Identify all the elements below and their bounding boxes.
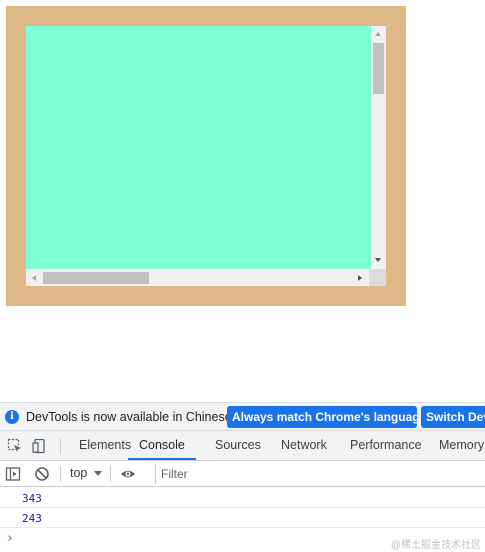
tab-elements[interactable]: Elements	[79, 431, 131, 460]
filter-input[interactable]: Filter	[155, 464, 485, 484]
toolbar-separator	[60, 466, 61, 482]
tab-memory[interactable]: Memory	[439, 431, 484, 460]
switch-devtools-language-button[interactable]: Switch Dev	[421, 406, 485, 428]
watermark: @稀土掘金技术社区	[390, 540, 481, 551]
infobar-message: DevTools is now available in Chinese!	[26, 410, 236, 424]
inspect-icon[interactable]	[7, 438, 23, 454]
scroll-box[interactable]	[26, 26, 386, 286]
toolbar-separator	[110, 466, 111, 482]
filter-placeholder: Filter	[161, 467, 188, 481]
always-match-language-button[interactable]: Always match Chrome's language	[227, 406, 417, 428]
vertical-scrollbar[interactable]	[371, 26, 386, 269]
scroll-left-arrow-icon[interactable]	[32, 275, 36, 281]
eye-icon[interactable]	[120, 466, 136, 482]
console-value: 343	[22, 492, 42, 505]
tab-sources[interactable]: Sources	[215, 431, 261, 460]
chevron-down-icon[interactable]	[94, 471, 102, 476]
tab-console[interactable]: Console	[128, 431, 196, 460]
scrollbar-corner	[369, 269, 386, 286]
scroll-right-arrow-icon[interactable]	[358, 275, 362, 281]
console-message: 343	[0, 488, 485, 508]
scroll-up-arrow-icon[interactable]	[375, 32, 381, 36]
console-message: 243	[0, 508, 485, 528]
console-toolbar: top Filter	[0, 461, 485, 487]
language-infobar: i DevTools is now available in Chinese! …	[0, 402, 485, 431]
horizontal-scroll-thumb[interactable]	[43, 272, 149, 284]
horizontal-scrollbar[interactable]	[26, 269, 369, 286]
tab-network[interactable]: Network	[281, 431, 327, 460]
clear-console-icon[interactable]	[34, 466, 50, 482]
toolbar-separator	[60, 438, 61, 454]
scroll-down-arrow-icon[interactable]	[375, 258, 381, 262]
tab-performance[interactable]: Performance	[350, 431, 422, 460]
vertical-scroll-thumb[interactable]	[373, 43, 384, 94]
info-icon: i	[5, 410, 19, 424]
sidebar-icon[interactable]	[5, 466, 21, 482]
context-selector[interactable]: top	[70, 466, 87, 480]
console-value: 243	[22, 512, 42, 525]
devtools-tabbar: Elements Console Sources Network Perform…	[0, 431, 485, 461]
outer-box	[6, 6, 406, 306]
devtools-panel: i DevTools is now available in Chinese! …	[0, 402, 485, 552]
device-toggle-icon[interactable]	[32, 438, 48, 454]
console-prompt[interactable]: ›	[6, 531, 14, 546]
